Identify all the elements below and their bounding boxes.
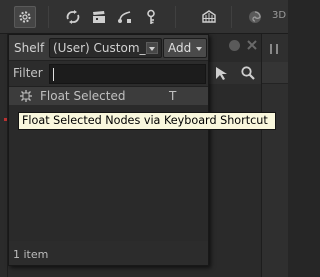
status-bar: 1 item: [9, 243, 208, 265]
add-button[interactable]: Add: [163, 38, 207, 58]
gear-icon[interactable]: [14, 6, 36, 28]
toolbar-separator: [231, 6, 232, 28]
float-icon: [20, 90, 32, 102]
pause-bar-icon: [276, 44, 278, 54]
main-toolbar: 3D: [0, 0, 288, 34]
recycle-icon[interactable]: [62, 6, 84, 28]
film-grid-icon[interactable]: [198, 6, 220, 28]
panel-close-icon[interactable]: [246, 39, 258, 51]
list-item[interactable]: Float Selected T: [9, 87, 208, 105]
search-icon[interactable]: [240, 65, 256, 81]
list-item-shortcut: T: [169, 89, 177, 103]
filter-row: Filter: [9, 63, 208, 85]
pause-bar-icon: [270, 44, 272, 54]
shelf-label: Shelf: [14, 41, 45, 55]
swirl-icon[interactable]: [244, 6, 266, 28]
bezier-icon[interactable]: [114, 6, 136, 28]
key-icon[interactable]: [140, 6, 162, 28]
toolbar-separator: [48, 6, 49, 28]
list-item-label: Float Selected: [40, 89, 126, 103]
filter-input-box[interactable]: [49, 64, 206, 84]
add-button-label: Add: [168, 41, 192, 55]
toolbar-separator: [175, 6, 176, 28]
tooltip: Float Selected Nodes via Keyboard Shortc…: [18, 112, 276, 130]
item-count: 1 item: [13, 248, 49, 261]
chevron-down-icon: [196, 47, 202, 51]
text-caret: [53, 68, 54, 81]
selection-icon[interactable]: [214, 65, 230, 81]
shelf-header: Shelf (User) Custom_ Add: [9, 35, 208, 61]
marker-dot: [4, 118, 7, 121]
shelf-dropdown-value: (User) Custom_: [53, 41, 146, 55]
shelf-popup: Shelf (User) Custom_ Add Filter Float Se…: [8, 34, 209, 266]
panel-float-icon[interactable]: [229, 40, 240, 51]
tooltip-text: Float Selected Nodes via Keyboard Shortc…: [22, 114, 268, 127]
filter-input[interactable]: [50, 65, 205, 83]
shelf-dropdown[interactable]: (User) Custom_: [49, 38, 162, 58]
filter-label: Filter: [13, 66, 43, 80]
clapper-icon[interactable]: [88, 6, 110, 28]
right-dock-toolbar: [262, 62, 288, 84]
left-dock-strip: [0, 34, 8, 277]
toolbar-3d-label[interactable]: 3D: [272, 10, 286, 21]
shelf-item-list: Float Selected T: [9, 86, 208, 241]
chevron-down-icon[interactable]: [146, 42, 158, 54]
